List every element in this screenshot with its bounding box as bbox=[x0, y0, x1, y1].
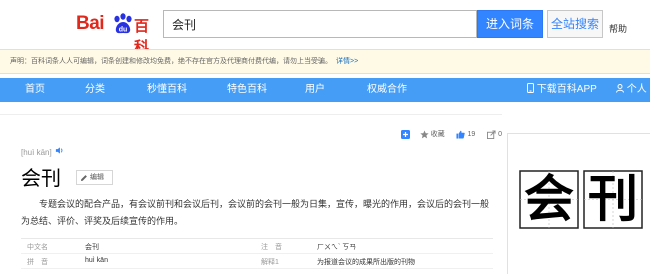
info-key: 拼 音 bbox=[27, 259, 48, 266]
info-value: 会刊 bbox=[85, 244, 99, 251]
entry-main: 收藏 19 0 [huì kān] 会刊 编辑 专题会议的配合产品，有会议前刊和… bbox=[7, 114, 502, 274]
entry-image[interactable]: 会 刊 bbox=[518, 168, 644, 230]
baidu-paw-icon: du bbox=[114, 13, 132, 34]
info-value: ㄏㄨㄟˋ ㄎㄢ bbox=[317, 244, 357, 251]
baidu-baike-logo[interactable]: Bai du 百科 bbox=[76, 10, 160, 56]
share-icon[interactable] bbox=[487, 129, 496, 139]
entry-summary: 专题会议的配合产品，有会议前刊和会议后刊，会议前的会刊一般为日集，宣传，曝光的作… bbox=[21, 199, 490, 226]
edit-button[interactable]: 编辑 bbox=[76, 170, 113, 185]
main-nav: 首页 分类 秒懂百科 特色百科 用户 权威合作 下载百科APP 个人中 bbox=[0, 78, 650, 119]
phone-icon bbox=[527, 83, 534, 93]
page-title: 会刊 bbox=[21, 166, 61, 190]
header: Bai du 百科 进入词条 全站搜索 帮助 bbox=[0, 0, 650, 56]
pencil-icon bbox=[81, 175, 87, 181]
plus-square-icon[interactable] bbox=[400, 129, 410, 139]
nav-item-miaodong[interactable]: 秒懂百科 bbox=[142, 78, 192, 102]
speaker-icon[interactable] bbox=[55, 146, 64, 155]
info-row: 中文名 会刊 注 音 ㄏㄨㄟˋ ㄎㄢ bbox=[21, 239, 493, 254]
search-input[interactable] bbox=[164, 11, 476, 37]
notice-text: 声明：百科词条人人可编辑，词条创建和修改均免费，绝不存在官方及代理商付费代编，请… bbox=[10, 58, 332, 65]
nav-item-category[interactable]: 分类 bbox=[78, 78, 112, 102]
like-count: 19 bbox=[467, 130, 476, 138]
share-count: 0 bbox=[498, 130, 502, 138]
info-row: 拼 音 huì kān 解释1 为报道会议的成果所出版的刊物 bbox=[21, 254, 493, 269]
info-key: 中文名 bbox=[27, 244, 48, 251]
user-icon bbox=[616, 84, 624, 93]
edit-label: 编辑 bbox=[90, 174, 104, 181]
personal-center-link[interactable]: 个人中 bbox=[616, 78, 650, 119]
app-download-label: 下载百科APP bbox=[536, 84, 597, 95]
star-icon[interactable] bbox=[419, 129, 429, 139]
notice-detail-link[interactable]: 详情>> bbox=[336, 58, 358, 65]
character-1: 会 bbox=[524, 169, 574, 228]
svg-text:du: du bbox=[119, 27, 128, 34]
thumbs-up-icon[interactable] bbox=[456, 130, 466, 139]
notice-bar: 声明：百科词条人人可编辑，词条创建和修改均免费，绝不存在官方及代理商付费代编，请… bbox=[0, 49, 650, 74]
nav-item-featured[interactable]: 特色百科 bbox=[222, 78, 272, 102]
enter-entry-button[interactable]: 进入词条 bbox=[477, 10, 543, 38]
entry-image-panel[interactable]: 会 刊 bbox=[507, 133, 650, 274]
character-2: 刊 bbox=[588, 169, 638, 228]
entry-toolbar: 收藏 19 0 bbox=[400, 129, 502, 143]
info-key: 注 音 bbox=[261, 244, 282, 251]
site-search-button[interactable]: 全站搜索 bbox=[547, 10, 603, 38]
logo-bai-text: Bai bbox=[76, 13, 105, 34]
search-box[interactable] bbox=[163, 10, 477, 38]
info-key: 解释1 bbox=[261, 259, 279, 266]
favorite-label[interactable]: 收藏 bbox=[431, 129, 445, 139]
entry-pinyin: [huì kān] bbox=[21, 148, 52, 157]
info-value: 为报道会议的成果所出版的刊物 bbox=[317, 259, 415, 266]
nav-item-home[interactable]: 首页 bbox=[18, 78, 52, 102]
app-download-link[interactable]: 下载百科APP bbox=[527, 78, 597, 102]
help-link[interactable]: 帮助 bbox=[609, 22, 627, 35]
basic-info-table: 中文名 会刊 注 音 ㄏㄨㄟˋ ㄎㄢ 拼 音 huì kān 解释1 为报道会议… bbox=[21, 238, 493, 269]
info-value: huì kān bbox=[85, 257, 108, 264]
nav-item-user[interactable]: 用户 bbox=[298, 78, 332, 102]
nav-item-authority[interactable]: 权威合作 bbox=[362, 78, 412, 102]
